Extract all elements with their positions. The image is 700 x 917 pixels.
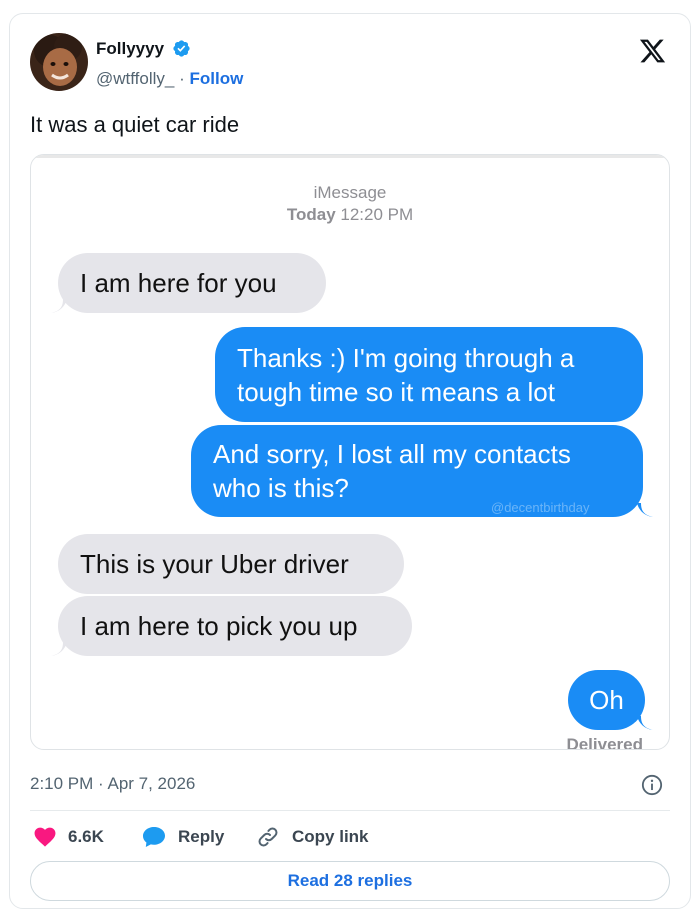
watermark: @decentbirthday <box>491 500 590 515</box>
message-bubble-outgoing: Oh <box>568 670 645 730</box>
bubble-tail <box>637 503 653 517</box>
message-date: Today 12:20 PM <box>31 205 669 225</box>
heart-icon <box>34 827 56 847</box>
message-bubble-incoming: This is your Uber driver <box>58 534 404 594</box>
tweet-timestamp[interactable]: 2:10 PM · Apr 7, 2026 <box>30 774 195 794</box>
info-icon[interactable] <box>641 774 663 796</box>
author-handle[interactable]: @wtffolly_ <box>96 69 174 88</box>
x-logo-icon[interactable] <box>638 37 667 65</box>
avatar[interactable] <box>30 33 88 91</box>
message-time: 12:20 PM <box>340 205 414 224</box>
author-name[interactable]: Follyyyy <box>96 39 191 59</box>
author-name-text[interactable]: Follyyyy <box>96 39 164 58</box>
tweet-text: It was a quiet car ride <box>30 112 240 137</box>
message-bubble-incoming: I am here to pick you up <box>58 596 412 656</box>
like-count: 6.6K <box>68 827 104 846</box>
embedded-image[interactable]: iMessage Today 12:20 PM I am here for yo… <box>30 154 670 750</box>
read-replies-button[interactable]: Read 28 replies <box>30 861 670 901</box>
follow-button[interactable]: Follow <box>190 69 244 88</box>
copy-link-button[interactable]: Copy link <box>256 825 369 849</box>
copy-link-label: Copy link <box>292 827 369 846</box>
reply-bubble-icon <box>143 827 165 847</box>
media-top-border <box>31 155 669 158</box>
handle-separator: · <box>179 69 185 88</box>
handle-line: @wtffolly_ · Follow <box>96 69 243 89</box>
imessage-label: iMessage <box>313 183 387 202</box>
verified-badge-icon <box>173 40 190 57</box>
link-icon <box>258 827 278 847</box>
message-bubble-outgoing: Thanks :) I'm going through a tough time… <box>215 327 643 422</box>
like-button[interactable]: 6.6K <box>34 825 104 849</box>
reply-button[interactable]: Reply <box>142 825 224 849</box>
delivered-status: Delivered <box>566 735 643 750</box>
tweet-card: Follyyyy @wtffolly_ · Follow It was a qu… <box>9 13 691 909</box>
bubble-tail <box>637 716 653 730</box>
reply-label: Reply <box>178 827 225 846</box>
message-bubble-incoming: I am here for you <box>58 253 326 313</box>
divider <box>30 810 670 811</box>
message-date-bold: Today <box>286 205 336 224</box>
